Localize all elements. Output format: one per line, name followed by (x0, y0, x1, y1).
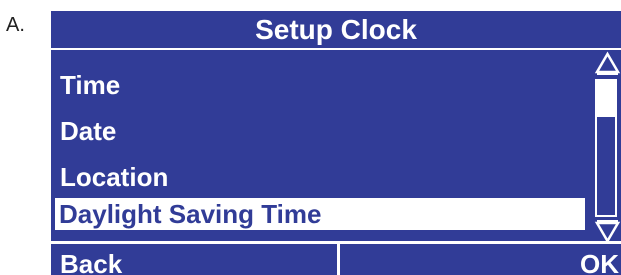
lcd-screen: Setup Clock Time Date Location Daylight … (51, 11, 621, 275)
back-button[interactable]: Back (51, 244, 340, 275)
screen-title: Setup Clock (51, 11, 621, 50)
triangle-up-icon[interactable] (594, 51, 621, 75)
menu-item-time[interactable]: Time (51, 63, 587, 107)
scroll-thumb[interactable] (597, 81, 615, 118)
menu-item-location[interactable]: Location (51, 155, 587, 199)
scroll-track[interactable] (595, 79, 617, 217)
menu-item-daylight-saving-time[interactable]: Daylight Saving Time (55, 198, 585, 230)
scrollbar[interactable] (594, 51, 621, 244)
menu-item-date[interactable]: Date (51, 109, 587, 153)
ok-button[interactable]: OK (343, 244, 621, 275)
figure-label: A. (6, 14, 25, 36)
